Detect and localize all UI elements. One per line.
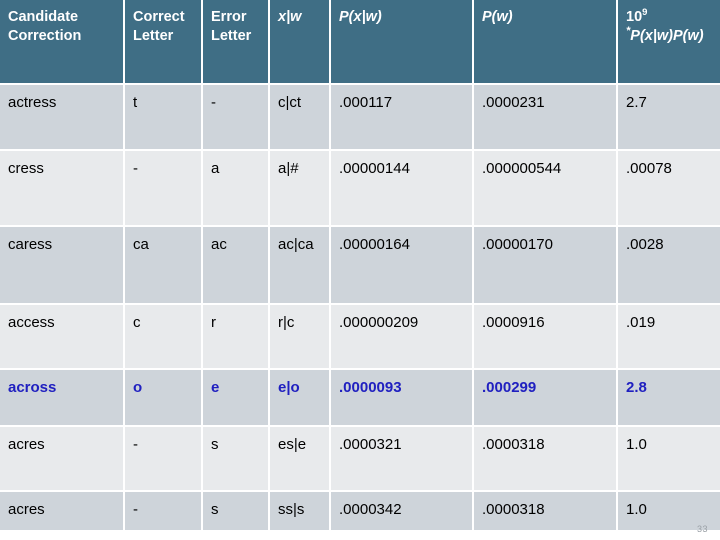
- column-header-p-x-given-w: P(x|w): [331, 0, 474, 85]
- cell-correct-letter: c: [125, 305, 203, 370]
- column-header-scaled-product: 109 *P(x|w)P(w): [618, 0, 720, 85]
- cell-candidate: access: [0, 305, 125, 370]
- cell-p-w: .000000544: [474, 151, 618, 227]
- cell-p-w: .0000318: [474, 492, 618, 532]
- cell-error-letter: a: [203, 151, 270, 227]
- cell-p-x-given-w: .0000342: [331, 492, 474, 532]
- cell-p-x-given-w: .000000209: [331, 305, 474, 370]
- cell-p-x-given-w: .00000144: [331, 151, 474, 227]
- cell-p-x-given-w: .0000321: [331, 427, 474, 492]
- column-header-correct-letter: Correct Letter: [125, 0, 203, 85]
- cell-correct-letter: o: [125, 370, 203, 427]
- cell-correct-letter: -: [125, 151, 203, 227]
- cell-candidate: caress: [0, 227, 125, 305]
- table-body: actress t - c|ct .000117 .0000231 2.7 cr…: [0, 85, 720, 532]
- candidate-correction-table: Candidate Correction Correct Letter Erro…: [0, 0, 720, 540]
- cell-scaled: 2.7: [618, 85, 720, 151]
- column-header-x-given-w: x|w: [270, 0, 331, 85]
- page-number: 33: [696, 524, 708, 534]
- cell-p-w: .00000170: [474, 227, 618, 305]
- cell-candidate: acres: [0, 427, 125, 492]
- cell-p-w: .0000318: [474, 427, 618, 492]
- cell-x-given-w: es|e: [270, 427, 331, 492]
- cell-error-letter: s: [203, 427, 270, 492]
- cell-correct-letter: -: [125, 492, 203, 532]
- cell-correct-letter: t: [125, 85, 203, 151]
- cell-error-letter: -: [203, 85, 270, 151]
- cell-candidate: cress: [0, 151, 125, 227]
- table-row-highlighted[interactable]: across o e e|o .0000093 .000299 2.8: [0, 370, 720, 427]
- table-header: Candidate Correction Correct Letter Erro…: [0, 0, 720, 85]
- cell-correct-letter: -: [125, 427, 203, 492]
- cell-candidate: acres: [0, 492, 125, 532]
- cell-x-given-w: c|ct: [270, 85, 331, 151]
- cell-error-letter: r: [203, 305, 270, 370]
- table-header-row: Candidate Correction Correct Letter Erro…: [0, 0, 720, 85]
- cell-p-x-given-w: .00000164: [331, 227, 474, 305]
- spelling-correction-table: Candidate Correction Correct Letter Erro…: [0, 0, 720, 532]
- cell-error-letter: e: [203, 370, 270, 427]
- cell-x-given-w: e|o: [270, 370, 331, 427]
- cell-x-given-w: r|c: [270, 305, 331, 370]
- scaled-formula: P(x|w)P(w): [630, 28, 704, 45]
- cell-scaled: .00078: [618, 151, 720, 227]
- table-row[interactable]: access c r r|c .000000209 .0000916 .019: [0, 305, 720, 370]
- cell-p-w: .000299: [474, 370, 618, 427]
- cell-scaled: 1.0: [618, 427, 720, 492]
- cell-correct-letter: ca: [125, 227, 203, 305]
- table-row[interactable]: acres - s ss|s .0000342 .0000318 1.0: [0, 492, 720, 532]
- table-row[interactable]: acres - s es|e .0000321 .0000318 1.0: [0, 427, 720, 492]
- cell-candidate: across: [0, 370, 125, 427]
- cell-scaled: 2.8: [618, 370, 720, 427]
- cell-error-letter: ac: [203, 227, 270, 305]
- cell-p-w: .0000916: [474, 305, 618, 370]
- cell-p-x-given-w: .0000093: [331, 370, 474, 427]
- column-header-p-w: P(w): [474, 0, 618, 85]
- cell-x-given-w: ac|ca: [270, 227, 331, 305]
- cell-x-given-w: a|#: [270, 151, 331, 227]
- cell-p-w: .0000231: [474, 85, 618, 151]
- scaled-exponent: 9: [642, 7, 648, 19]
- cell-candidate: actress: [0, 85, 125, 151]
- cell-error-letter: s: [203, 492, 270, 532]
- cell-p-x-given-w: .000117: [331, 85, 474, 151]
- cell-x-given-w: ss|s: [270, 492, 331, 532]
- cell-scaled: .019: [618, 305, 720, 370]
- scaled-base: 10: [626, 9, 643, 25]
- column-header-candidate-correction: Candidate Correction: [0, 0, 125, 85]
- table-row[interactable]: cress - a a|# .00000144 .000000544 .0007…: [0, 151, 720, 227]
- cell-scaled: .0028: [618, 227, 720, 305]
- table-row[interactable]: caress ca ac ac|ca .00000164 .00000170 .…: [0, 227, 720, 305]
- table-row[interactable]: actress t - c|ct .000117 .0000231 2.7: [0, 85, 720, 151]
- column-header-error-letter: Error Letter: [203, 0, 270, 85]
